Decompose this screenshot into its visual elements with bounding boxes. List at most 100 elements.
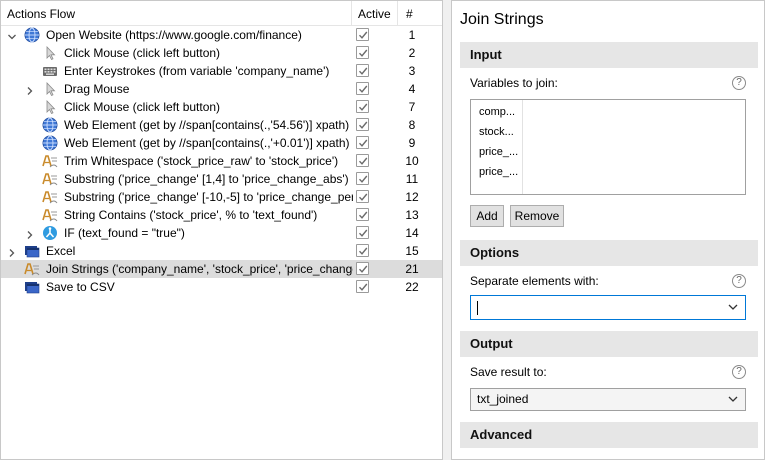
separator-label: Separate elements with: — [470, 274, 599, 288]
active-checkbox[interactable] — [356, 100, 369, 113]
action-label: IF (text_found = "true") — [64, 226, 185, 240]
active-checkbox[interactable] — [356, 226, 369, 239]
mouse-icon — [42, 45, 58, 61]
mouse-icon — [42, 99, 58, 115]
text-abc-icon — [42, 207, 58, 223]
column-header-number[interactable]: # — [398, 1, 442, 26]
active-checkbox[interactable] — [356, 190, 369, 203]
active-checkbox[interactable] — [356, 172, 369, 185]
text-abc-icon — [42, 171, 58, 187]
action-number: 13 — [405, 208, 419, 222]
save-result-label: Save result to: — [470, 365, 547, 379]
action-row[interactable]: Click Mouse (click left button) 7 — [1, 98, 442, 116]
action-number: 15 — [405, 244, 419, 258]
action-number: 2 — [408, 46, 416, 60]
action-number: 8 — [408, 118, 416, 132]
column-header-actions-flow[interactable]: Actions Flow — [1, 1, 352, 26]
action-label: Drag Mouse — [64, 82, 130, 96]
action-row[interactable]: Save to CSV 22 — [1, 278, 442, 296]
chevron-right-icon[interactable] — [24, 224, 36, 242]
action-row[interactable]: Click Mouse (click left button) 2 — [1, 44, 442, 62]
save-result-select[interactable]: txt_joined — [470, 388, 746, 411]
list-item[interactable]: stock... — [471, 122, 522, 142]
action-label: Web Element (get by //span[contains(.,'+… — [64, 136, 350, 150]
action-row[interactable]: Web Element (get by //span[contains(.,'+… — [1, 134, 442, 152]
globe-icon — [42, 135, 58, 151]
action-row[interactable]: Substring ('price_change' [1,4] to 'pric… — [1, 170, 442, 188]
text-abc-icon — [24, 261, 40, 277]
properties-title: Join Strings — [460, 11, 544, 28]
section-advanced-header[interactable]: Advanced — [460, 422, 758, 448]
action-row[interactable]: IF (text_found = "true") 14 — [1, 224, 442, 242]
column-header-active[interactable]: Active — [352, 1, 398, 26]
active-checkbox[interactable] — [356, 82, 369, 95]
list-item[interactable]: price_... — [471, 142, 522, 162]
action-row[interactable]: Web Element (get by //span[contains(.,'5… — [1, 116, 442, 134]
action-row[interactable]: Enter Keystrokes (from variable 'company… — [1, 62, 442, 80]
action-label: Substring ('price_change' [-10,-5] to 'p… — [64, 190, 353, 204]
help-icon[interactable]: ? — [732, 274, 746, 288]
actions-flow-tree: Open Website (https://www.google.com/fin… — [1, 26, 442, 296]
save-result-value: txt_joined — [477, 392, 529, 406]
active-checkbox[interactable] — [356, 64, 369, 77]
section-output-header[interactable]: Output — [460, 331, 758, 357]
action-label: Web Element (get by //span[contains(.,'5… — [64, 118, 350, 132]
list-item[interactable]: price_... — [471, 162, 522, 182]
active-checkbox[interactable] — [356, 46, 369, 59]
action-row[interactable]: Join Strings ('company_name', 'stock_pri… — [1, 260, 442, 278]
action-row[interactable]: Excel 15 — [1, 242, 442, 260]
window-icon — [24, 243, 40, 259]
chevron-right-icon[interactable] — [6, 242, 18, 260]
window-icon — [24, 279, 40, 295]
mouse-icon — [42, 81, 58, 97]
active-checkbox[interactable] — [356, 244, 369, 257]
action-number: 21 — [405, 262, 419, 276]
chevron-right-icon[interactable] — [24, 80, 36, 98]
action-number: 3 — [408, 64, 416, 78]
remove-button[interactable]: Remove — [510, 205, 564, 227]
action-number: 14 — [405, 226, 419, 240]
chevron-down-icon[interactable] — [727, 301, 739, 313]
action-number: 7 — [408, 100, 416, 114]
action-row[interactable]: Substring ('price_change' [-10,-5] to 'p… — [1, 188, 442, 206]
action-row[interactable]: String Contains ('stock_price', % to 'te… — [1, 206, 442, 224]
text-abc-icon — [42, 153, 58, 169]
action-number: 4 — [408, 82, 416, 96]
variables-to-join-label: Variables to join: — [470, 76, 558, 90]
action-label: Substring ('price_change' [1,4] to 'pric… — [64, 172, 349, 186]
chevron-down-icon[interactable] — [6, 26, 18, 44]
action-label: Open Website (https://www.google.com/fin… — [46, 28, 302, 42]
help-icon[interactable]: ? — [732, 76, 746, 90]
keyboard-icon — [42, 63, 58, 79]
separator-combobox[interactable] — [470, 295, 746, 320]
action-label: Click Mouse (click left button) — [64, 46, 221, 60]
active-checkbox[interactable] — [356, 262, 369, 275]
action-row[interactable]: Drag Mouse 4 — [1, 80, 442, 98]
properties-panel: Join Strings Input Variables to join: ? … — [451, 0, 765, 460]
action-row[interactable]: Trim Whitespace ('stock_price_raw' to 's… — [1, 152, 442, 170]
add-button[interactable]: Add — [470, 205, 504, 227]
active-checkbox[interactable] — [356, 208, 369, 221]
active-checkbox[interactable] — [356, 280, 369, 293]
action-row[interactable]: Open Website (https://www.google.com/fin… — [1, 26, 442, 44]
active-checkbox[interactable] — [356, 154, 369, 167]
actions-flow-panel: Actions Flow Active # Open Website (http… — [0, 0, 443, 460]
action-number: 9 — [408, 136, 416, 150]
section-input-header[interactable]: Input — [460, 42, 758, 68]
active-checkbox[interactable] — [356, 118, 369, 131]
action-label: Join Strings ('company_name', 'stock_pri… — [46, 262, 353, 276]
active-checkbox[interactable] — [356, 136, 369, 149]
active-checkbox[interactable] — [356, 28, 369, 41]
action-label: Click Mouse (click left button) — [64, 100, 221, 114]
action-number: 1 — [408, 28, 416, 42]
globe-icon — [24, 27, 40, 43]
chevron-down-icon[interactable] — [727, 393, 739, 405]
help-icon[interactable]: ? — [732, 365, 746, 379]
action-label: Enter Keystrokes (from variable 'company… — [64, 64, 330, 78]
action-label: String Contains ('stock_price', % to 'te… — [64, 208, 318, 222]
list-item[interactable]: comp... — [471, 102, 522, 122]
section-options-header[interactable]: Options — [460, 240, 758, 266]
variables-list[interactable]: comp... stock... price_... price_... — [470, 99, 746, 195]
action-number: 11 — [405, 172, 419, 186]
action-label: Trim Whitespace ('stock_price_raw' to 's… — [64, 154, 339, 168]
